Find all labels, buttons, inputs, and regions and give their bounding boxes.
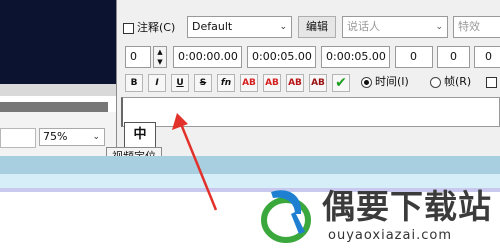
watermark-brand: 偶要下载站: [322, 187, 492, 226]
watermark-url: ouyaoxiazai.com: [328, 228, 452, 243]
watermark-logo-icon: [261, 190, 311, 243]
